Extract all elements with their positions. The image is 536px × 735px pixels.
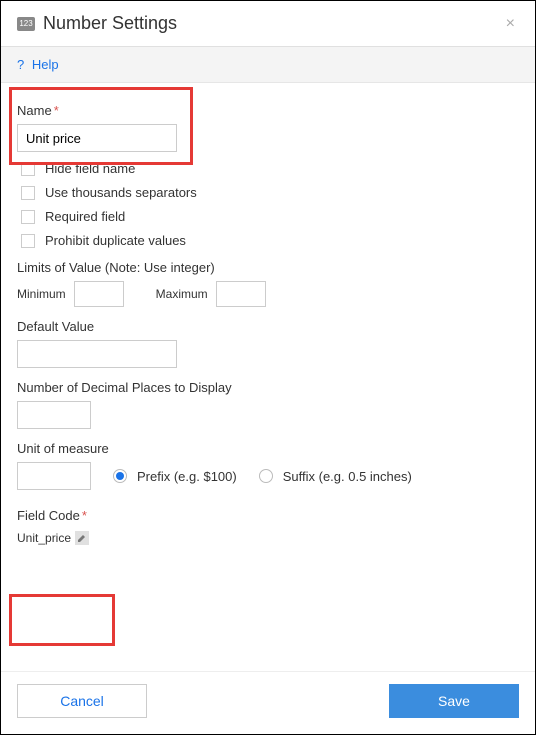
- limits-row: Minimum Maximum: [17, 281, 519, 307]
- help-icon: ?: [17, 57, 24, 72]
- decimals-input[interactable]: [17, 401, 91, 429]
- required-row[interactable]: Required field: [21, 209, 519, 224]
- dialog-footer: Cancel Save: [1, 671, 535, 734]
- hide-field-name-row[interactable]: Hide field name: [21, 161, 519, 176]
- prohibit-dup-label: Prohibit duplicate values: [45, 233, 186, 248]
- dialog-title: Number Settings: [43, 13, 502, 34]
- field-code-value-row: Unit_price: [17, 531, 89, 545]
- hide-field-name-label: Hide field name: [45, 161, 135, 176]
- checkbox-icon[interactable]: [21, 234, 35, 248]
- required-label: Required field: [45, 209, 125, 224]
- checkbox-icon[interactable]: [21, 210, 35, 224]
- field-code-value: Unit_price: [17, 531, 71, 545]
- checkbox-icon[interactable]: [21, 186, 35, 200]
- unit-label: Unit of measure: [17, 441, 519, 456]
- unit-input[interactable]: [17, 462, 91, 490]
- thousands-row[interactable]: Use thousands separators: [21, 185, 519, 200]
- field-code-label: Field Code*: [17, 508, 519, 523]
- max-label: Maximum: [156, 287, 208, 301]
- name-label: Name*: [17, 103, 519, 118]
- unit-row: Prefix (e.g. $100) Suffix (e.g. 0.5 inch…: [17, 462, 519, 490]
- form-content: Name* Hide field name Use thousands sepa…: [1, 83, 535, 557]
- edit-icon[interactable]: [75, 531, 89, 545]
- save-button[interactable]: Save: [389, 684, 519, 718]
- decimals-label: Number of Decimal Places to Display: [17, 380, 519, 395]
- prefix-radio[interactable]: [113, 469, 127, 483]
- max-input[interactable]: [216, 281, 266, 307]
- min-input[interactable]: [74, 281, 124, 307]
- number-icon: 123: [17, 17, 35, 31]
- prohibit-dup-row[interactable]: Prohibit duplicate values: [21, 233, 519, 248]
- cancel-button[interactable]: Cancel: [17, 684, 147, 718]
- prefix-label: Prefix (e.g. $100): [137, 469, 237, 484]
- name-input[interactable]: [17, 124, 177, 152]
- suffix-label: Suffix (e.g. 0.5 inches): [283, 469, 412, 484]
- suffix-radio[interactable]: [259, 469, 273, 483]
- min-label: Minimum: [17, 287, 66, 301]
- limits-label: Limits of Value (Note: Use integer): [17, 260, 519, 275]
- close-icon[interactable]: ×: [502, 15, 519, 33]
- default-value-input[interactable]: [17, 340, 177, 368]
- help-bar: ? Help: [1, 47, 535, 83]
- thousands-label: Use thousands separators: [45, 185, 197, 200]
- highlight-field-code: [9, 594, 115, 646]
- help-link[interactable]: Help: [32, 57, 59, 72]
- default-value-label: Default Value: [17, 319, 519, 334]
- dialog-header: 123 Number Settings ×: [1, 1, 535, 47]
- checkbox-icon[interactable]: [21, 162, 35, 176]
